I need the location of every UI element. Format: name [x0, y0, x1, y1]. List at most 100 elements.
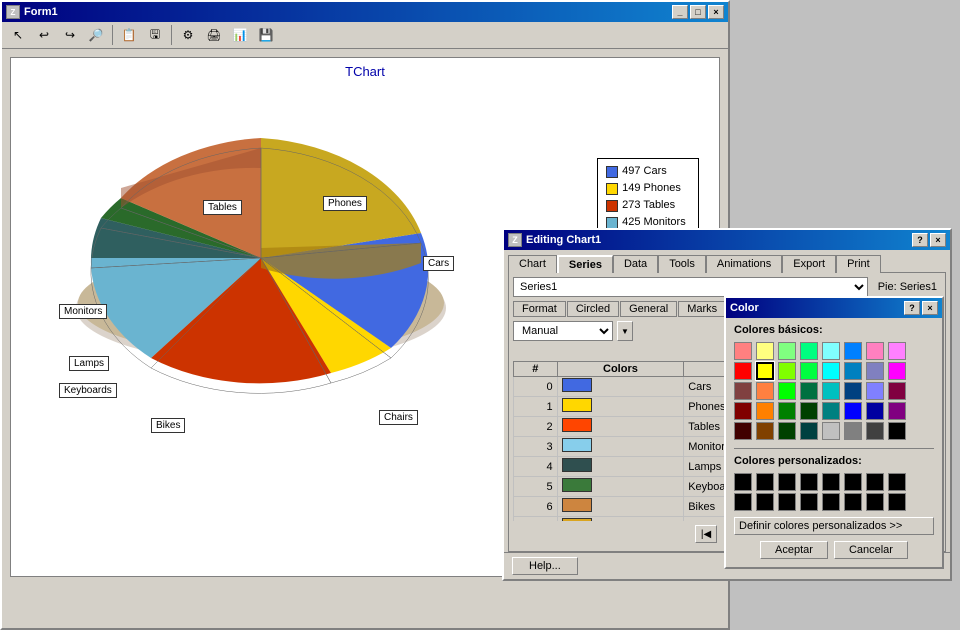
basic-color-swatch[interactable] [756, 382, 774, 400]
basic-color-swatch[interactable] [756, 342, 774, 360]
custom-color-swatch[interactable] [800, 473, 818, 491]
arrow-tool[interactable]: ↖ [6, 24, 30, 46]
basic-color-swatch[interactable] [734, 422, 752, 440]
basic-color-swatch[interactable] [778, 402, 796, 420]
custom-color-swatch[interactable] [866, 473, 884, 491]
basic-color-swatch[interactable] [734, 342, 752, 360]
basic-color-swatch[interactable] [756, 402, 774, 420]
tab-chart[interactable]: Chart [508, 255, 557, 273]
cell-color[interactable] [557, 497, 684, 517]
cell-color[interactable] [557, 437, 684, 457]
tab-data[interactable]: Data [613, 255, 658, 273]
edit-help-button[interactable]: ? [912, 233, 928, 247]
save-button[interactable]: 🖫 [143, 24, 167, 46]
settings-button[interactable]: ⚙ [176, 24, 200, 46]
basic-color-swatch[interactable] [734, 382, 752, 400]
nav-first[interactable]: |◀ [695, 525, 717, 543]
custom-color-swatch[interactable] [888, 473, 906, 491]
basic-color-swatch[interactable] [844, 422, 862, 440]
cell-color[interactable] [557, 417, 684, 437]
basic-color-swatch[interactable] [800, 382, 818, 400]
help-button[interactable]: Help... [512, 557, 578, 575]
custom-color-swatch[interactable] [888, 493, 906, 511]
redo-button[interactable]: ↪ [58, 24, 82, 46]
cell-color[interactable] [557, 457, 684, 477]
basic-color-swatch[interactable] [888, 382, 906, 400]
custom-color-swatch[interactable] [822, 493, 840, 511]
basic-color-swatch[interactable] [822, 342, 840, 360]
define-colors-button[interactable]: Definir colores personalizados >> [734, 517, 934, 535]
close-button[interactable]: × [708, 5, 724, 19]
tab-animations[interactable]: Animations [706, 255, 782, 273]
series-combo[interactable]: Series1 [513, 277, 868, 297]
basic-color-swatch[interactable] [734, 402, 752, 420]
custom-color-swatch[interactable] [756, 493, 774, 511]
search-button[interactable]: 🔎 [84, 24, 108, 46]
basic-color-swatch[interactable] [866, 402, 884, 420]
cell-color[interactable] [557, 377, 684, 397]
basic-color-swatch[interactable] [888, 362, 906, 380]
basic-color-swatch[interactable] [888, 342, 906, 360]
basic-color-swatch[interactable] [888, 422, 906, 440]
chart-button[interactable]: 📊 [228, 24, 252, 46]
basic-color-swatch[interactable] [822, 382, 840, 400]
subtab-circled[interactable]: Circled [567, 301, 619, 317]
basic-color-swatch[interactable] [866, 342, 884, 360]
custom-color-swatch[interactable] [800, 493, 818, 511]
accept-button[interactable]: Aceptar [760, 541, 828, 559]
basic-color-swatch[interactable] [866, 422, 884, 440]
color-help-button[interactable]: ? [904, 301, 920, 315]
cell-color[interactable] [557, 397, 684, 417]
basic-color-swatch[interactable] [778, 342, 796, 360]
basic-color-swatch[interactable] [844, 402, 862, 420]
basic-color-swatch[interactable] [866, 382, 884, 400]
custom-color-swatch[interactable] [734, 493, 752, 511]
basic-color-swatch[interactable] [778, 362, 796, 380]
manual-combo[interactable]: Manual [513, 321, 613, 341]
color-close-button[interactable]: × [922, 301, 938, 315]
basic-color-swatch[interactable] [800, 342, 818, 360]
toolbar-separator [112, 25, 113, 45]
custom-color-swatch[interactable] [844, 493, 862, 511]
subtab-format[interactable]: Format [513, 301, 566, 317]
custom-color-swatch[interactable] [778, 493, 796, 511]
custom-color-swatch[interactable] [734, 473, 752, 491]
basic-color-swatch[interactable] [822, 422, 840, 440]
basic-color-swatch[interactable] [866, 362, 884, 380]
custom-color-swatch[interactable] [866, 493, 884, 511]
basic-color-swatch[interactable] [844, 342, 862, 360]
maximize-button[interactable]: □ [690, 5, 706, 19]
tab-series[interactable]: Series [557, 255, 613, 273]
cancel-button[interactable]: Cancelar [834, 541, 908, 559]
tab-export[interactable]: Export [782, 255, 836, 273]
basic-color-swatch[interactable] [888, 402, 906, 420]
subtab-marks[interactable]: Marks [678, 301, 726, 317]
basic-color-swatch[interactable] [778, 422, 796, 440]
basic-color-swatch[interactable] [778, 382, 796, 400]
basic-color-swatch[interactable] [822, 402, 840, 420]
manual-combo-arrow[interactable]: ▼ [617, 321, 633, 341]
undo-button[interactable]: ↩ [32, 24, 56, 46]
basic-color-swatch[interactable] [844, 382, 862, 400]
basic-color-swatch[interactable] [756, 422, 774, 440]
tab-print[interactable]: Print [836, 255, 881, 273]
basic-color-swatch[interactable] [734, 362, 752, 380]
edit-close-button[interactable]: × [930, 233, 946, 247]
basic-color-swatch[interactable] [756, 362, 774, 380]
custom-color-swatch[interactable] [844, 473, 862, 491]
basic-color-swatch[interactable] [844, 362, 862, 380]
custom-color-swatch[interactable] [822, 473, 840, 491]
print-button[interactable]: 🖨 [202, 24, 226, 46]
subtab-general[interactable]: General [620, 301, 677, 317]
disk-button[interactable]: 💾 [254, 24, 278, 46]
copy-button[interactable]: 📋 [117, 24, 141, 46]
custom-color-swatch[interactable] [778, 473, 796, 491]
basic-color-swatch[interactable] [800, 422, 818, 440]
basic-color-swatch[interactable] [800, 402, 818, 420]
custom-color-swatch[interactable] [756, 473, 774, 491]
minimize-button[interactable]: _ [672, 5, 688, 19]
basic-color-swatch[interactable] [822, 362, 840, 380]
cell-color[interactable] [557, 477, 684, 497]
tab-tools[interactable]: Tools [658, 255, 706, 273]
basic-color-swatch[interactable] [800, 362, 818, 380]
